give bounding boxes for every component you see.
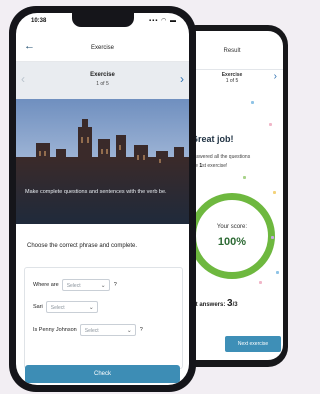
question-card: Where are Select ⌄ ? Sari Select ⌄ Is Pe…: [24, 267, 183, 369]
castle-image: [16, 99, 189, 224]
result-header: Result: [181, 31, 283, 70]
great-job-heading: Great job!: [191, 134, 234, 144]
answer-select[interactable]: Select ⌄: [45, 301, 98, 313]
chevron-down-icon: ⌄: [100, 283, 106, 289]
exercise-screen: 10:38 ▪▪▪ ◠ ▬ ← Exercise ‹ Exercise 1 of…: [16, 13, 189, 385]
nav-title: Exercise: [90, 45, 114, 51]
phone-notch: [72, 13, 134, 27]
question-label: Is Penny Johnson: [33, 327, 77, 333]
next-exercise-button[interactable]: Next exercise: [225, 336, 281, 352]
confetti: [251, 101, 254, 104]
confetti: [276, 271, 279, 274]
answer-select[interactable]: Select ⌄: [79, 324, 136, 336]
exercise-phone: 10:38 ▪▪▪ ◠ ▬ ← Exercise ‹ Exercise 1 of…: [9, 6, 196, 392]
question-label: Sari: [33, 304, 43, 310]
exercise-photo: [16, 99, 189, 224]
chevron-right-icon[interactable]: ›: [180, 72, 184, 86]
confetti: [243, 176, 246, 179]
confetti: [271, 236, 274, 239]
nav-bar: ← Exercise: [16, 37, 189, 62]
answer-select[interactable]: Select ⌄: [61, 279, 110, 291]
status-time: 10:38: [31, 18, 47, 24]
chevron-right-icon[interactable]: ›: [274, 71, 277, 82]
result-exercise-header: Exercise 1 of 5 ›: [181, 69, 283, 89]
correct-answers: ect answers: 3/3: [189, 298, 238, 309]
score-label: Your score:: [216, 224, 248, 230]
question-label: Where are: [33, 282, 59, 288]
confetti: [269, 123, 272, 126]
score-ring: Your score: 100%: [189, 193, 275, 279]
check-button[interactable]: Check: [25, 365, 180, 383]
question-row: Sari Select ⌄: [33, 300, 98, 314]
status-icons: ▪▪▪ ◠ ▬: [149, 18, 177, 24]
question-row: Is Penny Johnson Select ⌄ ?: [33, 323, 143, 337]
exercise-instruction: Choose the correct phrase and complete.: [27, 243, 138, 249]
question-row: Where are Select ⌄ ?: [33, 278, 117, 292]
exercise-caption: Make complete questions and sentences wi…: [25, 189, 167, 195]
exercise-title: Exercise: [90, 72, 115, 78]
exercise-progress: 1 of 5: [96, 81, 109, 87]
result-screen: Result Exercise 1 of 5 › Great job! answ…: [181, 31, 283, 360]
exercise-header: ‹ Exercise 1 of 5 ›: [16, 62, 189, 99]
score-value: 100%: [217, 236, 247, 248]
result-title: Result: [223, 48, 241, 54]
chevron-down-icon: ⌄: [126, 328, 132, 334]
confetti: [273, 191, 276, 194]
chevron-down-icon: ⌄: [88, 305, 94, 311]
confetti: [259, 281, 262, 284]
answered-text: answered all the questions the 1st exerc…: [191, 154, 251, 169]
result-exercise-sub: 1 of 5: [225, 78, 239, 84]
